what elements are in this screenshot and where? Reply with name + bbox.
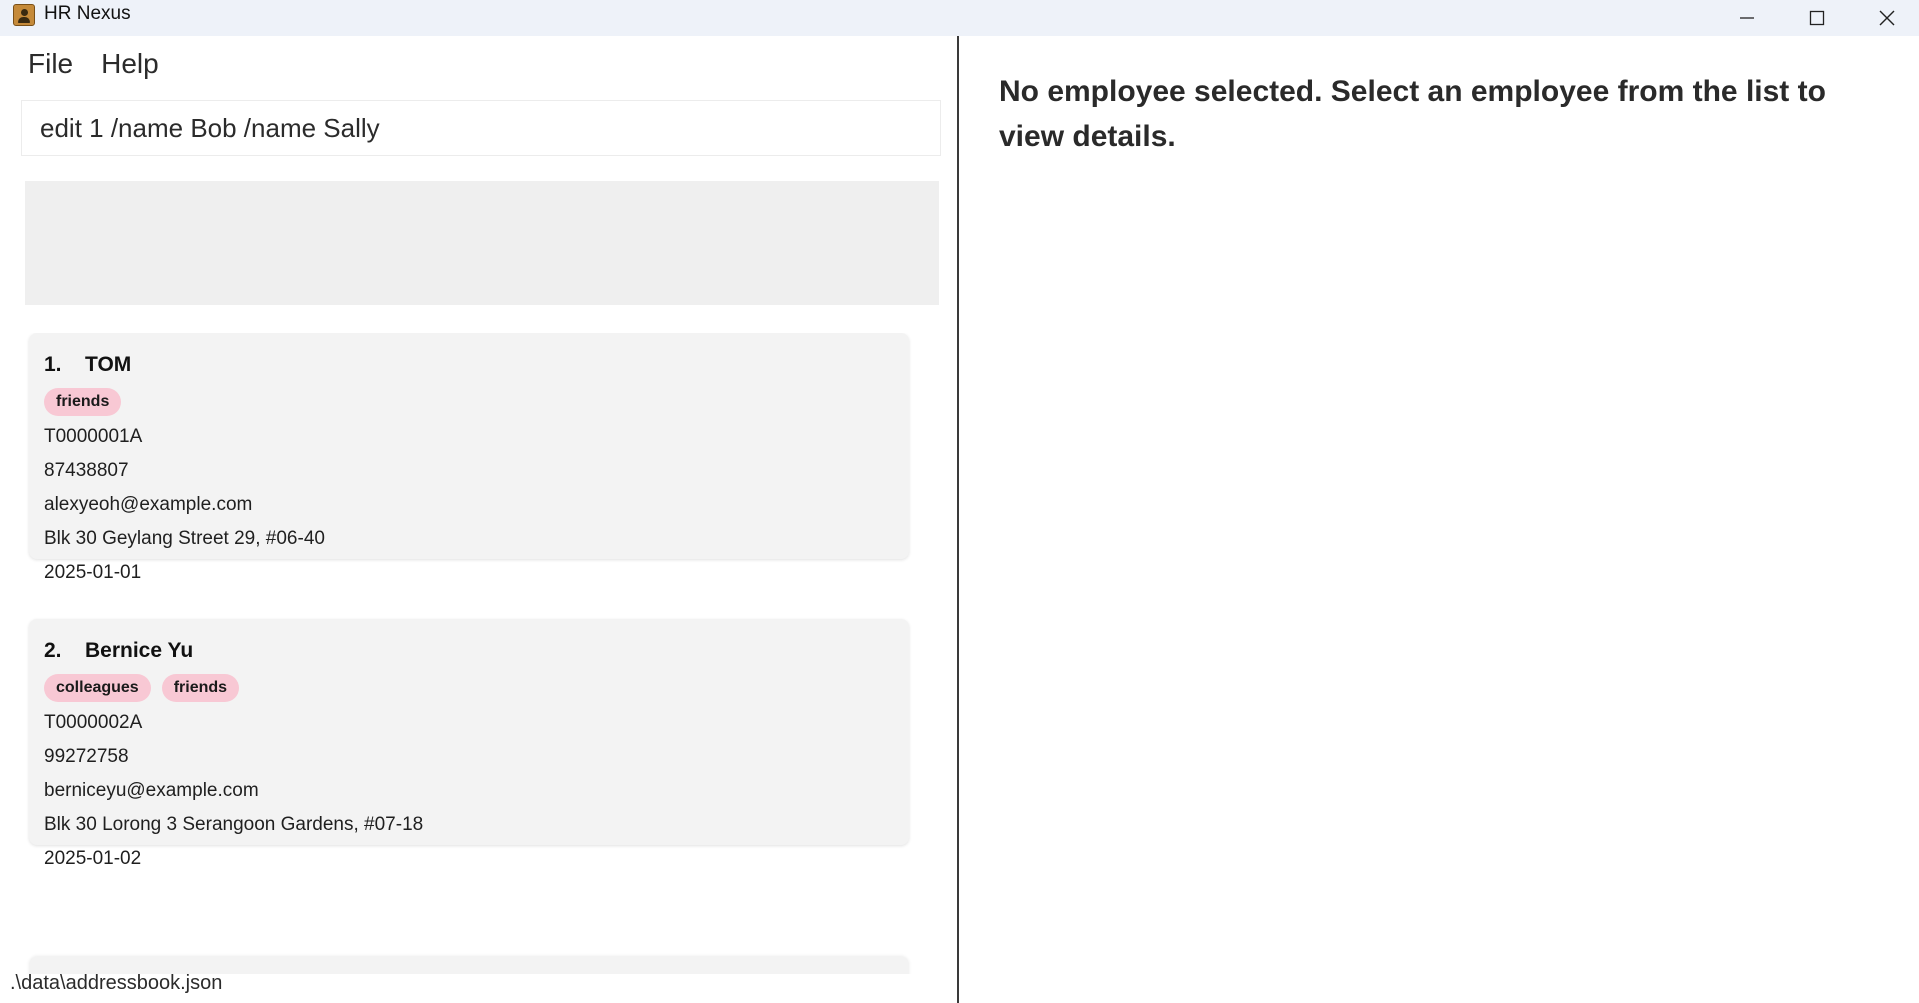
maximize-icon [1809, 10, 1825, 26]
tag-badge: colleagues [44, 674, 151, 702]
maximize-button[interactable] [1782, 0, 1852, 36]
menu-bar: File Help [14, 44, 173, 84]
tag-list: colleagues friends [44, 674, 894, 702]
detail-pane: No employee selected. Select an employee… [959, 36, 1919, 1003]
status-bar-path: .\data\addressbook.json [10, 972, 223, 994]
contacts-app-icon [13, 4, 35, 26]
employee-date: 2025-01-02 [44, 848, 142, 869]
employee-phone: 87438807 [44, 460, 129, 481]
left-pane: File Help 1. TOM friends T0000001A 87438… [0, 36, 957, 1003]
menu-file[interactable]: File [14, 44, 87, 84]
employee-index: 2. [44, 639, 62, 662]
menu-help[interactable]: Help [87, 44, 173, 84]
employee-list[interactable]: 1. TOM friends T0000001A 87438807 alexye… [0, 333, 938, 974]
title-bar[interactable]: HR Nexus [0, 0, 1919, 36]
employee-card-header: 1. TOM [44, 353, 894, 377]
employee-address: Blk 30 Lorong 3 Serangoon Gardens, #07-1… [44, 814, 424, 835]
result-display [25, 181, 939, 305]
app-window: HR Nexus File Help edit 1 /name Bob /nam… [0, 0, 1919, 1003]
minimize-button[interactable] [1712, 0, 1782, 36]
employee-card[interactable]: 2. Bernice Yu colleagues friends T000000… [29, 619, 909, 869]
employee-id: T0000002A [44, 712, 143, 733]
command-input[interactable] [22, 101, 940, 155]
employee-name: TOM [85, 353, 132, 376]
tag-badge: friends [161, 674, 240, 702]
tag-list: friends [44, 388, 894, 416]
close-button[interactable] [1852, 0, 1919, 36]
no-selection-message: No employee selected. Select an employee… [999, 75, 1826, 153]
employee-address: Blk 30 Geylang Street 29, #06-40 [44, 528, 325, 549]
employee-card[interactable]: 1. TOM friends T0000001A 87438807 alexye… [29, 333, 909, 583]
employee-date: 2025-01-01 [44, 562, 142, 583]
close-icon [1879, 10, 1895, 26]
employee-card-header: 2. Bernice Yu [44, 639, 894, 663]
employee-email: alexyeoh@example.com [44, 494, 253, 515]
employee-index: 1. [44, 353, 62, 376]
employee-id: T0000001A [44, 426, 143, 447]
minimize-icon [1740, 17, 1754, 19]
employee-email: berniceyu@example.com [44, 780, 259, 801]
employee-name: Bernice Yu [85, 639, 194, 662]
window-title: HR Nexus [44, 3, 131, 24]
tag-badge: friends [44, 388, 122, 416]
employee-phone: 99272758 [44, 746, 129, 767]
command-box [21, 100, 941, 156]
